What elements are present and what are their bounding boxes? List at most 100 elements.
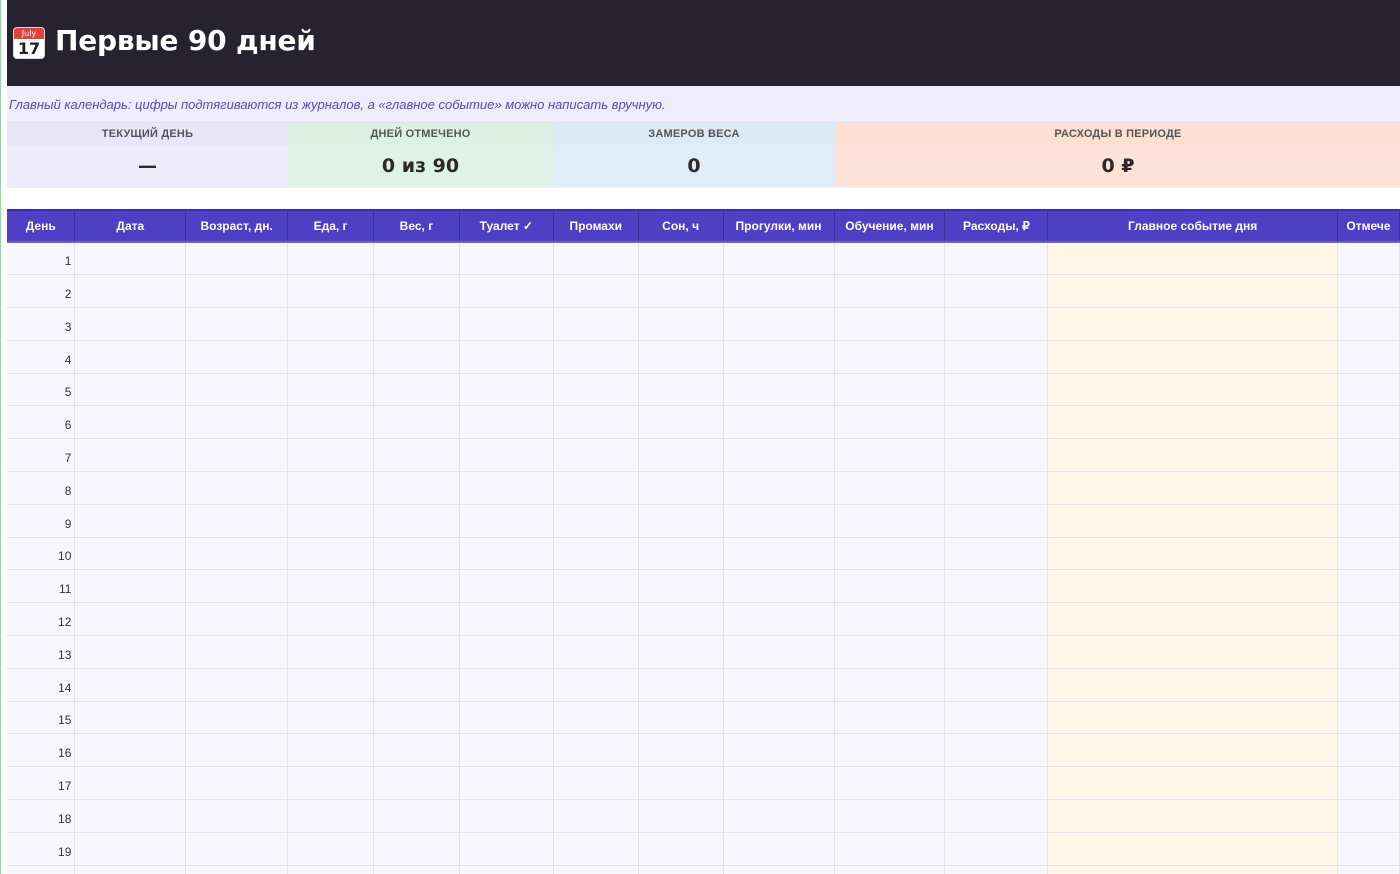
column-header[interactable]: Возраст, дн. — [185, 209, 289, 243]
data-cell[interactable] — [723, 635, 835, 669]
data-cell[interactable] — [373, 373, 460, 407]
data-cell[interactable] — [638, 471, 724, 505]
noted-cell[interactable] — [1337, 766, 1400, 801]
data-cell[interactable] — [287, 242, 374, 276]
noted-cell[interactable] — [1337, 504, 1400, 538]
data-cell[interactable] — [944, 766, 1049, 801]
day-number-cell[interactable]: 9 — [7, 504, 76, 538]
data-cell[interactable] — [638, 274, 724, 309]
noted-cell[interactable] — [1337, 865, 1400, 874]
data-cell[interactable] — [74, 832, 187, 866]
data-cell[interactable] — [185, 274, 289, 309]
data-cell[interactable] — [74, 504, 187, 538]
data-cell[interactable] — [723, 865, 835, 874]
data-cell[interactable] — [723, 733, 835, 768]
column-header[interactable]: Дата — [74, 209, 187, 243]
day-number-cell[interactable]: 20 — [7, 865, 76, 874]
data-cell[interactable] — [185, 701, 289, 735]
data-cell[interactable] — [553, 405, 639, 440]
data-cell[interactable] — [553, 274, 639, 309]
day-number-cell[interactable]: 10 — [7, 537, 76, 571]
data-cell[interactable] — [74, 537, 187, 571]
data-cell[interactable] — [834, 537, 946, 571]
data-cell[interactable] — [74, 242, 187, 276]
data-cell[interactable] — [287, 274, 374, 309]
noted-cell[interactable] — [1337, 242, 1400, 276]
data-cell[interactable] — [638, 799, 724, 833]
data-cell[interactable] — [723, 766, 835, 801]
spacer-row[interactable] — [7, 187, 1400, 209]
data-cell[interactable] — [373, 635, 460, 669]
subtitle-note[interactable]: Главный календарь: цифры подтягиваются и… — [7, 86, 1400, 123]
data-cell[interactable] — [185, 537, 289, 571]
main-event-cell[interactable] — [1047, 832, 1338, 866]
data-cell[interactable] — [553, 635, 639, 669]
data-cell[interactable] — [373, 799, 460, 833]
main-event-cell[interactable] — [1047, 438, 1338, 473]
data-cell[interactable] — [553, 602, 639, 637]
data-cell[interactable] — [459, 569, 554, 604]
noted-cell[interactable] — [1337, 569, 1400, 604]
data-cell[interactable] — [185, 307, 289, 341]
data-cell[interactable] — [553, 832, 639, 866]
data-cell[interactable] — [287, 832, 374, 866]
data-cell[interactable] — [944, 274, 1049, 309]
data-cell[interactable] — [723, 569, 835, 604]
data-cell[interactable] — [834, 504, 946, 538]
main-event-cell[interactable] — [1047, 799, 1338, 833]
data-cell[interactable] — [834, 340, 946, 374]
data-cell[interactable] — [834, 242, 946, 276]
data-cell[interactable] — [74, 307, 187, 341]
day-number-cell[interactable]: 19 — [7, 832, 76, 866]
column-header[interactable]: Главное событие дня — [1047, 209, 1338, 243]
main-event-cell[interactable] — [1047, 701, 1338, 735]
data-cell[interactable] — [74, 274, 187, 309]
summary-card-days-marked[interactable]: ДНЕЙ ОТМЕЧЕНО 0 из 90 — [288, 123, 553, 187]
column-header[interactable]: День — [7, 209, 76, 243]
data-cell[interactable] — [834, 602, 946, 637]
data-cell[interactable] — [553, 340, 639, 374]
main-event-cell[interactable] — [1047, 340, 1338, 374]
data-cell[interactable] — [553, 668, 639, 702]
main-event-cell[interactable] — [1047, 504, 1338, 538]
data-cell[interactable] — [553, 438, 639, 473]
data-cell[interactable] — [373, 274, 460, 309]
data-cell[interactable] — [185, 766, 289, 801]
noted-cell[interactable] — [1337, 537, 1400, 571]
data-cell[interactable] — [74, 569, 187, 604]
main-event-cell[interactable] — [1047, 635, 1338, 669]
data-cell[interactable] — [834, 701, 946, 735]
data-cell[interactable] — [373, 865, 460, 874]
data-cell[interactable] — [185, 340, 289, 374]
data-cell[interactable] — [373, 405, 460, 440]
data-cell[interactable] — [553, 799, 639, 833]
data-cell[interactable] — [74, 405, 187, 440]
data-cell[interactable] — [459, 701, 554, 735]
main-event-cell[interactable] — [1047, 471, 1338, 505]
noted-cell[interactable] — [1337, 405, 1400, 440]
data-cell[interactable] — [723, 537, 835, 571]
data-cell[interactable] — [74, 340, 187, 374]
summary-card-period-expenses[interactable]: РАСХОДЫ В ПЕРИОДЕ 0 ₽ — [835, 123, 1400, 187]
day-number-cell[interactable]: 6 — [7, 405, 76, 440]
data-cell[interactable] — [459, 865, 554, 874]
day-number-cell[interactable]: 17 — [7, 766, 76, 801]
column-header[interactable]: Еда, г — [287, 209, 374, 243]
data-cell[interactable] — [373, 307, 460, 341]
data-cell[interactable] — [723, 504, 835, 538]
data-cell[interactable] — [287, 635, 374, 669]
data-cell[interactable] — [638, 832, 724, 866]
day-number-cell[interactable]: 4 — [7, 340, 76, 374]
data-cell[interactable] — [459, 471, 554, 505]
column-header[interactable]: Промахи — [553, 209, 639, 243]
data-cell[interactable] — [74, 668, 187, 702]
data-cell[interactable] — [553, 766, 639, 801]
data-cell[interactable] — [74, 602, 187, 637]
noted-cell[interactable] — [1337, 373, 1400, 407]
data-cell[interactable] — [185, 471, 289, 505]
data-cell[interactable] — [185, 733, 289, 768]
data-cell[interactable] — [944, 569, 1049, 604]
data-cell[interactable] — [287, 701, 374, 735]
day-number-cell[interactable]: 12 — [7, 602, 76, 637]
day-number-cell[interactable]: 14 — [7, 668, 76, 702]
